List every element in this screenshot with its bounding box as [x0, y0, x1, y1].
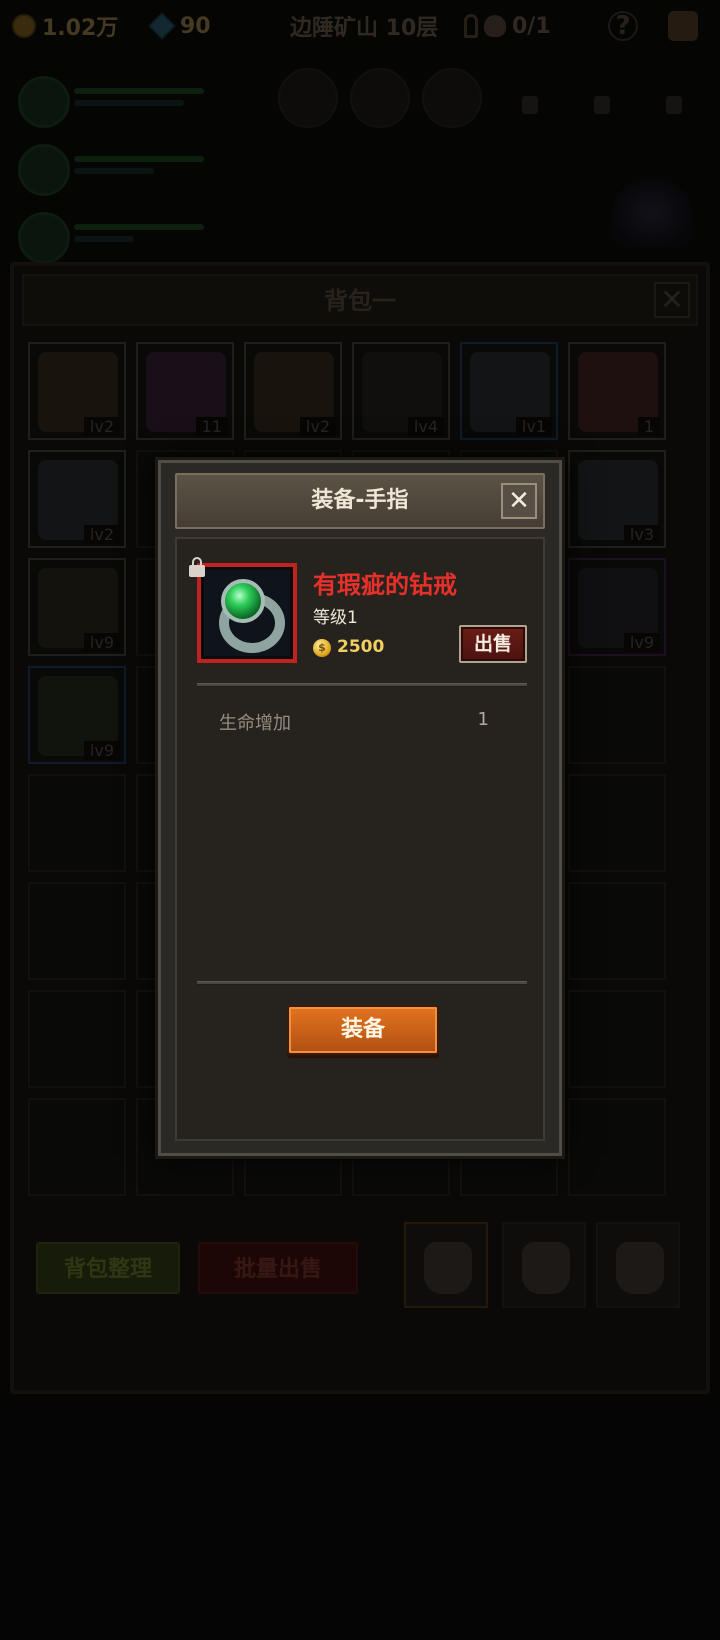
item-level: 等级1 [313, 608, 358, 628]
divider [197, 683, 527, 687]
modal-header: 装备-手指 ✕ [175, 473, 545, 529]
emerald-gem-icon [221, 579, 265, 623]
equip-button[interactable]: 装备 [287, 1005, 439, 1055]
divider [197, 981, 527, 985]
item-price: 2500 [337, 637, 385, 657]
item-icon-frame[interactable] [197, 563, 297, 663]
modal-title: 装备-手指 [311, 488, 409, 513]
lock-icon[interactable] [189, 557, 205, 577]
modal-close-button[interactable]: ✕ [501, 483, 537, 519]
modal-body: 有瑕疵的钻戒 等级1 $ 2500 出售 生命增加 1 装备 [175, 537, 545, 1141]
gold-coin-icon: $ [313, 639, 331, 657]
sell-button[interactable]: 出售 [459, 625, 527, 663]
item-name: 有瑕疵的钻戒 [313, 571, 457, 599]
attribute-name: 生命增加 [219, 713, 291, 734]
equipment-modal: 装备-手指 ✕ 有瑕疵的钻戒 等级1 $ 2500 出售 生命增加 1 装备 [158, 460, 562, 1156]
attribute-value: 1 [477, 709, 489, 730]
